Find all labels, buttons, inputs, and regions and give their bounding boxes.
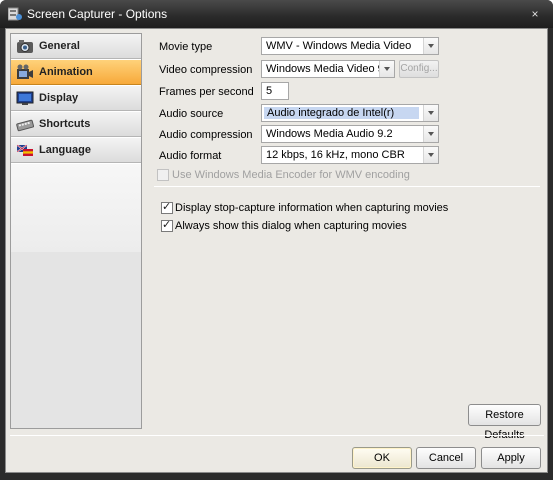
audio-source-select[interactable]: Audio integrado de Intel(r) [261,104,439,122]
ok-button[interactable]: OK [352,447,412,469]
checkmark-icon: ✓ [162,219,172,231]
dialog-body: General Animation Display Shortcuts Lang… [5,28,548,473]
sidebar-item-label: Language [39,144,91,156]
audio-compression-select[interactable]: Windows Media Audio 9.2 [261,125,439,143]
monitor-icon [16,91,34,105]
apply-button[interactable]: Apply [481,447,541,469]
movie-type-value: WMV - Windows Media Video [266,40,412,52]
checkmark-icon: ✓ [162,201,172,213]
cancel-button[interactable]: Cancel [416,447,476,469]
restore-defaults-button[interactable]: Restore Defaults [468,404,541,441]
always-show-dialog-checkbox[interactable]: ✓ [161,219,173,232]
sidebar-blank-area [11,252,141,428]
audio-source-label: Audio source [159,108,224,120]
chevron-down-icon[interactable] [423,126,438,142]
audio-format-label: Audio format [159,150,222,162]
audio-format-value: 12 kbps, 16 kHz, mono CBR [266,149,405,161]
display-stop-info-label: Display stop-capture information when ca… [175,202,449,214]
film-icon [17,64,33,79]
audio-compression-value: Windows Media Audio 9.2 [266,128,393,140]
flag-icon [16,144,33,156]
config-button[interactable]: Config... [399,60,439,78]
category-sidebar: General Animation Display Shortcuts Lang… [10,33,142,429]
sidebar-item-label: Display [39,92,79,104]
sidebar-item-label: General [39,40,80,52]
video-compression-value: Windows Media Video 9 [266,63,384,75]
close-icon[interactable]: × [527,6,543,22]
footer-divider [10,435,544,436]
sidebar-item-label: Animation [39,66,93,78]
sidebar-item-shortcuts[interactable]: Shortcuts [11,112,141,137]
fps-label: Frames per second [159,86,254,98]
chevron-down-icon[interactable] [423,105,438,121]
camera-icon [17,40,33,53]
sidebar-item-general[interactable]: General [11,34,141,59]
video-compression-select[interactable]: Windows Media Video 9 [261,60,395,78]
fps-input[interactable]: 5 [261,82,289,100]
sidebar-item-language[interactable]: Language [11,138,141,163]
audio-format-select[interactable]: 12 kbps, 16 kHz, mono CBR [261,146,439,164]
section-divider [154,186,540,187]
movie-type-select[interactable]: WMV - Windows Media Video [261,37,439,55]
display-stop-info-checkbox[interactable]: ✓ [161,201,173,214]
video-compression-label: Video compression [159,64,253,76]
options-window: Screen Capturer - Options × General Anim… [0,0,553,480]
keyboard-icon [16,119,34,132]
use-wme-checkbox[interactable] [157,169,169,181]
use-wme-label: Use Windows Media Encoder for WMV encodi… [172,169,410,181]
sidebar-item-display[interactable]: Display [11,86,141,111]
chevron-down-icon[interactable] [423,147,438,163]
audio-source-value: Audio integrado de Intel(r) [264,107,419,119]
chevron-down-icon[interactable] [423,38,438,54]
app-icon [8,7,22,21]
window-title: Screen Capturer - Options [27,7,168,21]
sidebar-item-animation[interactable]: Animation [11,60,141,85]
audio-compression-label: Audio compression [159,129,253,141]
always-show-dialog-label: Always show this dialog when capturing m… [175,220,407,232]
sidebar-blank-area [11,164,141,252]
fps-value: 5 [266,85,273,97]
title-bar[interactable]: Screen Capturer - Options × [0,0,553,28]
movie-type-label: Movie type [159,41,213,53]
chevron-down-icon[interactable] [379,61,394,77]
sidebar-item-label: Shortcuts [39,118,91,130]
